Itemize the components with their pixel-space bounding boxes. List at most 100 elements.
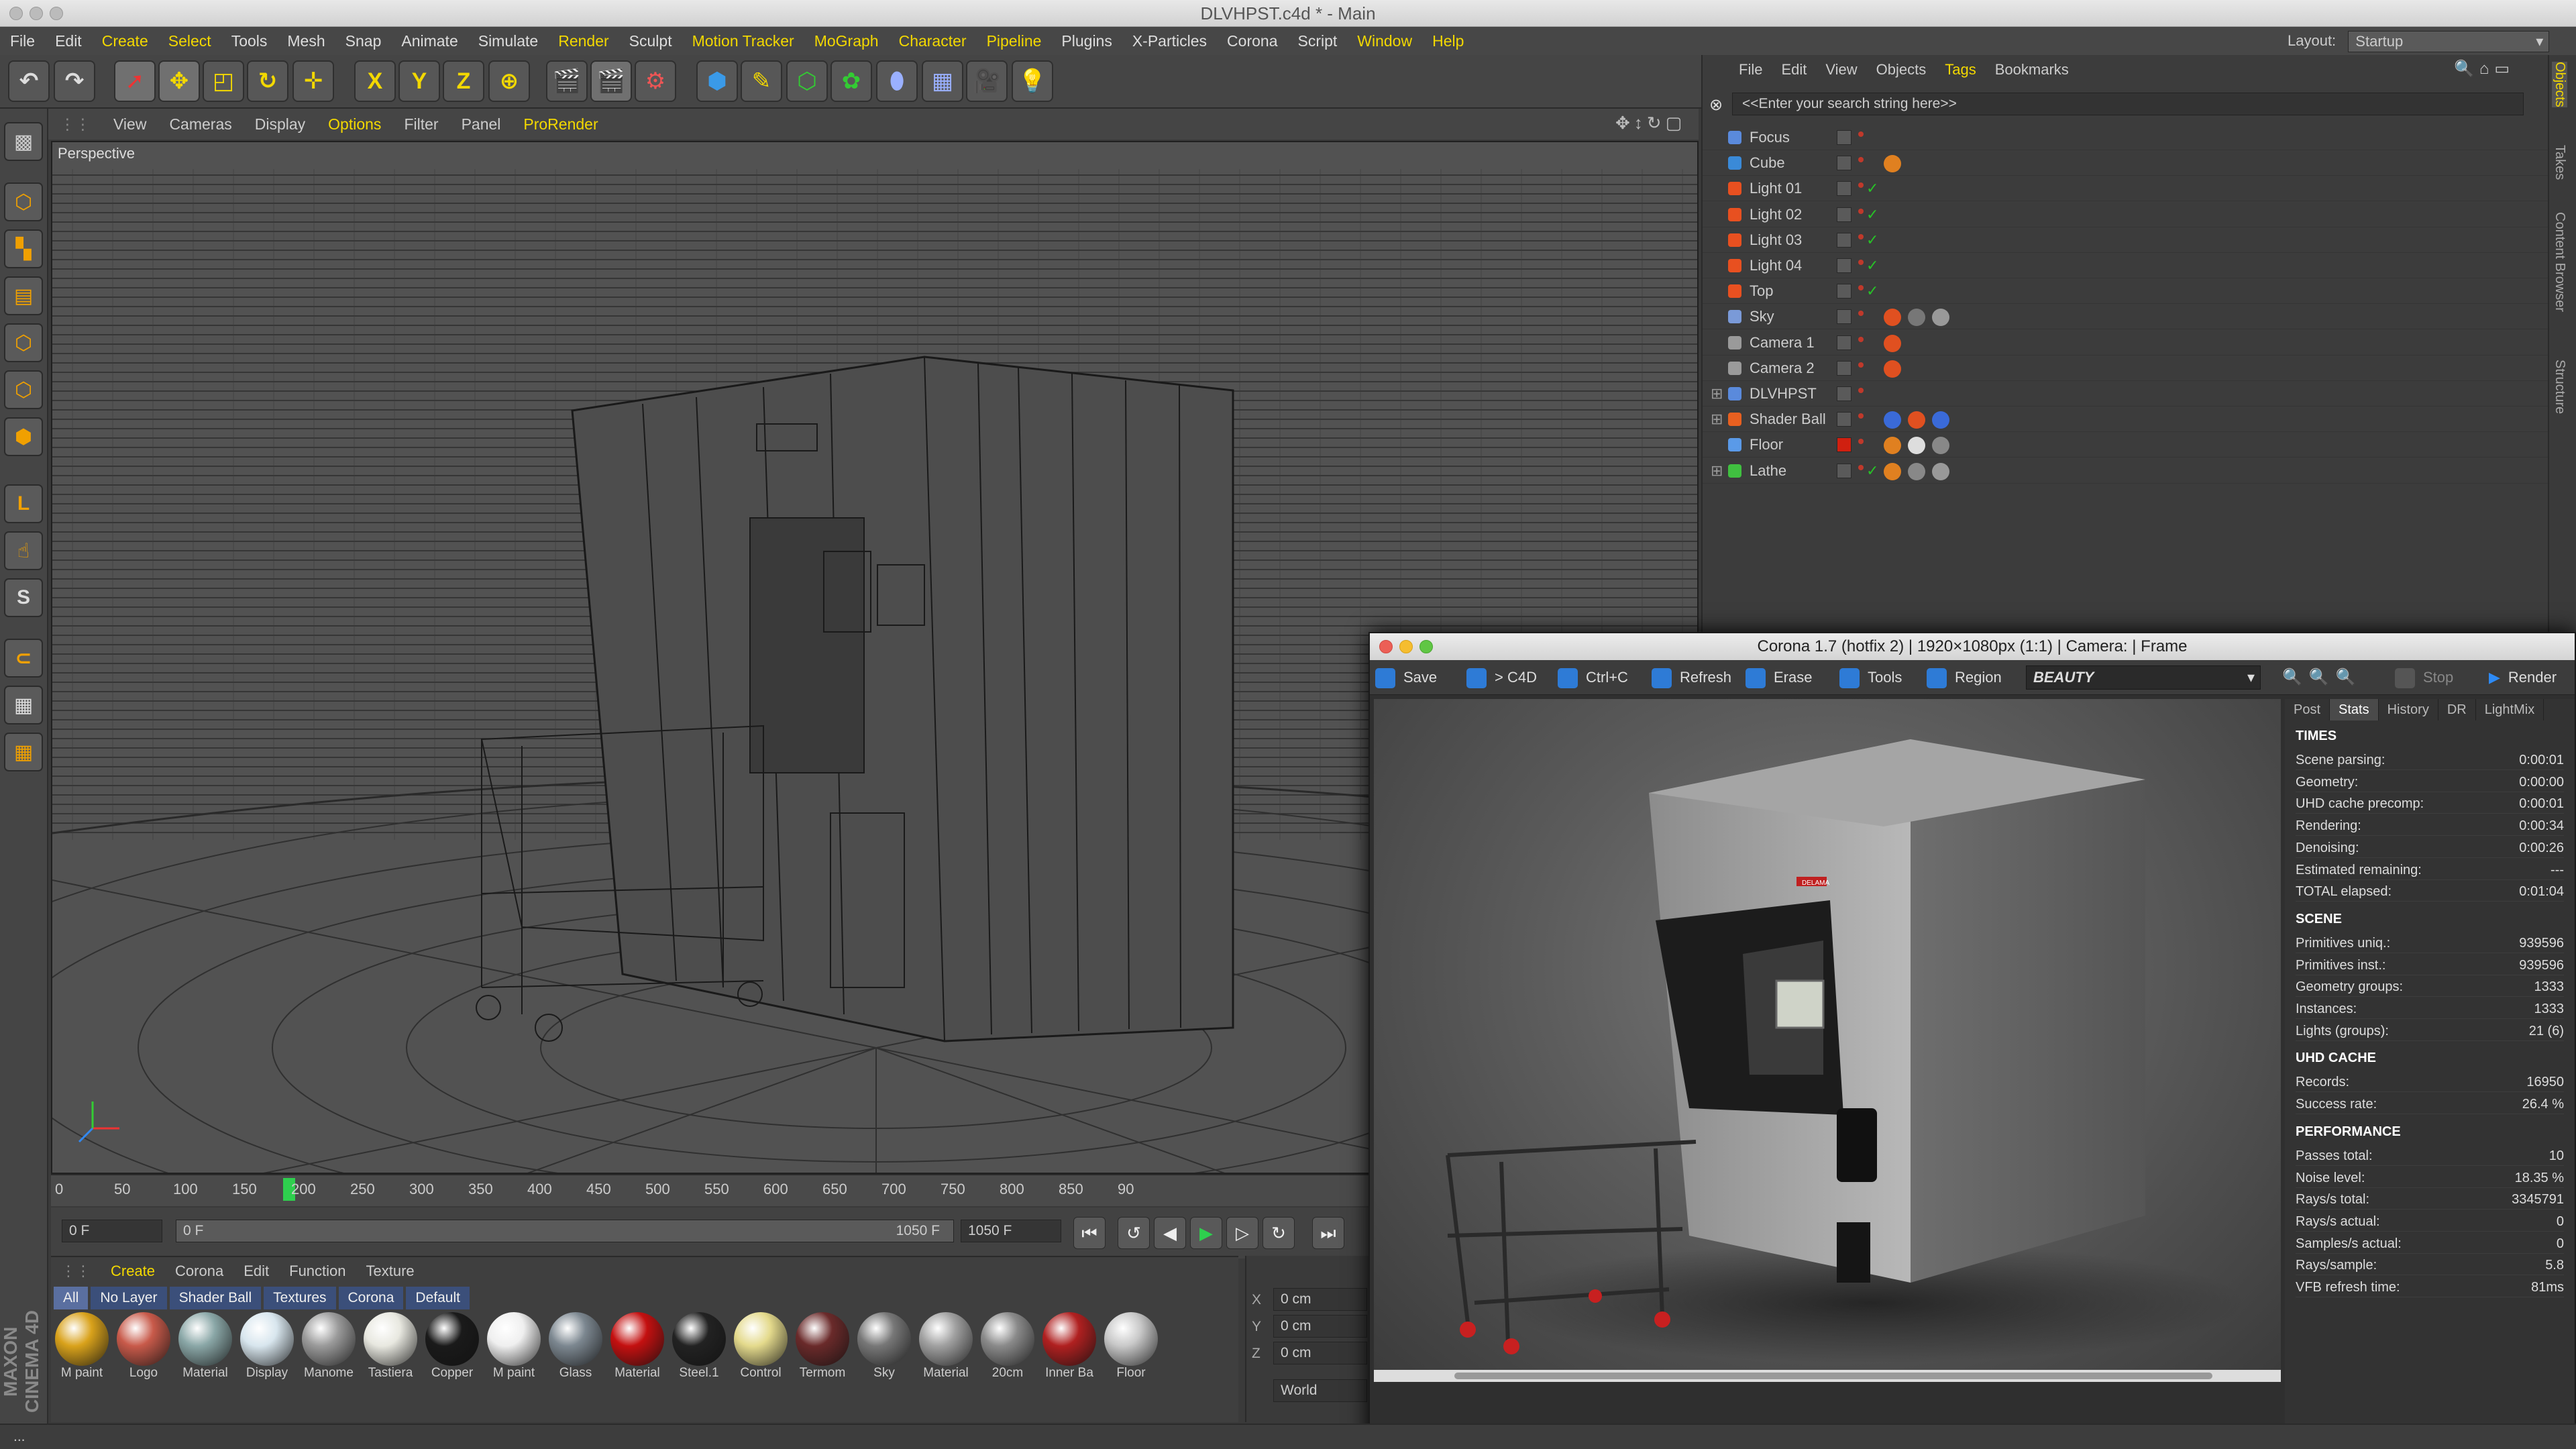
enabled-check-icon[interactable]: ✓	[1866, 202, 1878, 227]
undo-icon[interactable]: ↶	[8, 60, 50, 102]
object-search-input[interactable]: <<Enter your search string here>>	[1732, 93, 2524, 115]
stats-tab-dr[interactable]: DR	[2438, 699, 2476, 720]
enabled-check-icon[interactable]: ✓	[1866, 176, 1878, 201]
render-visibility-dot[interactable]	[1858, 157, 1864, 163]
object-tag-icon[interactable]	[1884, 437, 1901, 455]
visibility-toggle[interactable]	[1837, 360, 1851, 376]
visibility-toggle[interactable]	[1837, 130, 1851, 145]
object-name[interactable]: Floor	[1750, 432, 1783, 458]
deformer-icon[interactable]: ⬮	[876, 60, 918, 102]
object-row[interactable]: ⊞ Lathe ✓	[1703, 458, 2549, 484]
minimize-window-button[interactable]	[30, 7, 43, 20]
object-row[interactable]: ⊞ Shader Ball	[1703, 407, 2549, 433]
material-swatch[interactable]: Steel.1	[671, 1312, 727, 1381]
render-visibility-dot[interactable]	[1858, 388, 1864, 393]
material-swatch[interactable]: Inner Ba	[1041, 1312, 1097, 1381]
object-row[interactable]: Focus	[1703, 125, 2549, 150]
object-tag-icon[interactable]	[1908, 462, 1925, 480]
enabled-check-icon[interactable]: ✓	[1866, 227, 1878, 253]
material-tab-no-layer[interactable]: No Layer	[91, 1287, 167, 1309]
material-swatch[interactable]: Display	[239, 1312, 295, 1381]
menu-snap[interactable]: Snap	[335, 27, 392, 55]
material-grip-icon[interactable]: ⋮⋮	[51, 1257, 101, 1285]
object-name[interactable]: Focus	[1750, 125, 1790, 150]
viewport-menu-cameras[interactable]: Cameras	[158, 109, 243, 140]
pen-icon[interactable]: ✎	[741, 60, 782, 102]
material-swatch[interactable]: Tastiera	[362, 1312, 419, 1381]
y-axis-lock-button[interactable]: Y	[398, 60, 440, 102]
vfb-erase-button[interactable]: Erase	[1746, 660, 1812, 695]
object-row[interactable]: Light 02 ✓	[1703, 202, 2549, 227]
recent-tool-icon[interactable]: ✛	[292, 60, 334, 102]
side-tab-structure[interactable]: Structure	[2552, 360, 2567, 414]
enabled-check-icon[interactable]: ✓	[1866, 253, 1878, 278]
visibility-toggle[interactable]	[1837, 412, 1851, 427]
object-row[interactable]: Top ✓	[1703, 278, 2549, 305]
menu-plugins[interactable]: Plugins	[1051, 27, 1122, 55]
viewport-nav-icons[interactable]: ✥↕↻▢	[1615, 113, 1686, 133]
material-swatch[interactable]: Termom	[794, 1312, 851, 1381]
object-tag-icon[interactable]	[1884, 360, 1901, 378]
vfb-region-button[interactable]: Region	[1927, 660, 2002, 695]
object-name[interactable]: Light 04	[1750, 253, 1802, 278]
object-tag-icon[interactable]	[1932, 411, 1949, 429]
menu-tools[interactable]: Tools	[221, 27, 278, 55]
vfb-to-c4d-button[interactable]: > C4D	[1466, 660, 1537, 695]
stats-tab-history[interactable]: History	[2379, 699, 2438, 720]
visibility-toggle[interactable]	[1837, 463, 1851, 478]
texture-mode-icon[interactable]: ▚	[4, 229, 43, 268]
visibility-toggle[interactable]	[1837, 437, 1851, 453]
y-coord-field[interactable]: 0 cm	[1273, 1315, 1367, 1338]
camera-icon[interactable]: 🎥	[966, 60, 1008, 102]
cloner-icon[interactable]: ✿	[830, 60, 872, 102]
render-visibility-dot[interactable]	[1858, 439, 1864, 445]
vfb-close-button[interactable]	[1379, 640, 1393, 653]
vfb-save-button[interactable]: Save	[1375, 660, 1437, 695]
render-visibility-dot[interactable]	[1858, 131, 1864, 137]
go-to-end-icon[interactable]: ⏭	[1312, 1217, 1344, 1249]
object-manager-nav-icons[interactable]: 🔍⌂▭	[2454, 59, 2515, 78]
render-view-icon[interactable]: 🎬	[546, 60, 588, 102]
object-name[interactable]: Cube	[1750, 150, 1785, 176]
object-tag-icon[interactable]	[1908, 437, 1925, 455]
render-visibility-dot[interactable]	[1858, 208, 1864, 214]
render-visibility-dot[interactable]	[1858, 311, 1864, 317]
render-picture-viewer-icon[interactable]: 🎬	[590, 60, 632, 102]
viewport-grip-icon[interactable]: ⋮⋮	[48, 109, 102, 140]
render-pass-dropdown[interactable]: BEAUTY ▾	[2026, 665, 2261, 690]
vfb-copy-button[interactable]: Ctrl+C	[1558, 660, 1628, 695]
material-swatch[interactable]: Copper	[424, 1312, 480, 1381]
workplane-grid-icon[interactable]: ▦	[4, 686, 43, 724]
render-visibility-dot[interactable]	[1858, 336, 1864, 342]
viewport-menu-filter[interactable]: Filter	[392, 109, 449, 140]
object-tag-icon[interactable]	[1932, 309, 1949, 327]
render-visibility-dot[interactable]	[1858, 413, 1864, 419]
edges-mode-icon[interactable]: ⬡	[4, 370, 43, 409]
object-tag-icon[interactable]	[1932, 462, 1949, 480]
object-menu-edit[interactable]: Edit	[1772, 55, 1816, 85]
visibility-toggle[interactable]	[1837, 335, 1851, 350]
object-name[interactable]: DLVHPST	[1750, 381, 1817, 407]
menu-animate[interactable]: Animate	[391, 27, 468, 55]
material-swatch[interactable]: Logo	[115, 1312, 172, 1381]
object-tag-icon[interactable]	[1908, 309, 1925, 327]
object-menu-bookmarks[interactable]: Bookmarks	[1986, 55, 2078, 85]
render-settings-icon[interactable]: ⚙	[635, 60, 676, 102]
material-swatch[interactable]: M paint	[486, 1312, 542, 1381]
object-name[interactable]: Camera 2	[1750, 356, 1815, 381]
locked-workplane-icon[interactable]: ▦	[4, 733, 43, 771]
render-visibility-dot[interactable]	[1858, 260, 1864, 265]
object-tag-icon[interactable]	[1908, 411, 1925, 429]
menu-corona[interactable]: Corona	[1217, 27, 1287, 55]
vfb-minimize-button[interactable]	[1399, 640, 1413, 653]
x-coord-field[interactable]: 0 cm	[1273, 1288, 1367, 1311]
zoom-window-button[interactable]	[50, 7, 63, 20]
previous-frame-icon[interactable]: ◀	[1154, 1217, 1186, 1249]
vfb-zoom-button[interactable]	[1419, 640, 1433, 653]
object-row[interactable]: Light 04 ✓	[1703, 253, 2549, 278]
object-row[interactable]: Sky	[1703, 304, 2549, 330]
object-menu-file[interactable]: File	[1729, 55, 1772, 85]
light-icon[interactable]: 💡	[1012, 60, 1053, 102]
render-visibility-dot[interactable]	[1858, 182, 1864, 189]
snap-icon[interactable]: S	[4, 578, 43, 617]
